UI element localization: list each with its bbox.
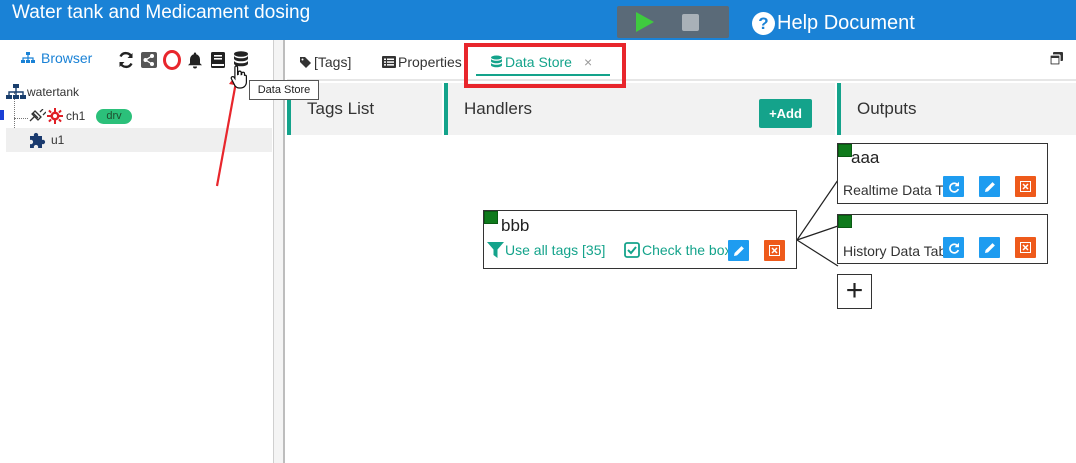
refresh-icon: [948, 242, 959, 254]
refresh-icon[interactable]: [115, 49, 137, 71]
refresh-output-button[interactable]: [943, 176, 964, 197]
tree-item-label: ch1: [66, 109, 86, 123]
app-title: Water tank and Medicament dosing: [12, 2, 311, 23]
panel-splitter[interactable]: [273, 40, 285, 463]
edit-handler-button[interactable]: [728, 240, 749, 261]
close-box-icon: [1020, 242, 1031, 253]
status-indicator: [838, 144, 852, 157]
app-header: Water tank and Medicament dosing ? Help …: [0, 0, 1076, 40]
tag-filter-link[interactable]: Use all tags [35]: [487, 242, 605, 258]
add-handler-button[interactable]: +Add: [759, 99, 812, 128]
output-node-history[interactable]: History Data Table: [837, 214, 1048, 264]
hierarchy-icon: [6, 84, 26, 99]
driver-badge: drv: [96, 108, 132, 124]
list-icon: [382, 56, 396, 68]
browser-label: Browser: [41, 50, 93, 66]
status-indicator: [484, 211, 498, 224]
annotation-highlight-box: [464, 43, 626, 88]
browser-tab[interactable]: Browser: [21, 50, 92, 66]
selection-marker: [0, 110, 4, 120]
tree-item-label: watertank: [27, 85, 80, 99]
help-icon: ?: [752, 11, 775, 35]
handler-node[interactable]: bbb Use all tags [35] Check the box: [483, 210, 797, 269]
outputs-title: Outputs: [857, 99, 917, 118]
output-node-realtime[interactable]: aaa Realtime Data Table: [837, 143, 1048, 204]
pencil-icon: [984, 242, 995, 253]
pencil-icon: [984, 181, 995, 192]
edit-output-button[interactable]: [979, 237, 1000, 258]
data-store-tooltip: Data Store: [249, 80, 319, 100]
puzzle-icon: [30, 132, 46, 148]
tree-connector: [14, 118, 28, 119]
refresh-output-button[interactable]: [943, 237, 964, 258]
checkbox-icon: [624, 242, 640, 258]
gear-icon: [47, 108, 63, 124]
sitemap-icon: [21, 52, 35, 63]
tab-label: [Tags]: [314, 54, 352, 70]
close-box-icon: [769, 245, 780, 256]
tree-item-label: u1: [51, 133, 65, 147]
close-box-icon: [1020, 181, 1031, 192]
share-icon[interactable]: [138, 49, 160, 71]
tags-list-title: Tags List: [307, 99, 375, 118]
help-document-link[interactable]: ? Help Document: [752, 10, 915, 36]
restore-window-icon[interactable]: [1049, 51, 1064, 66]
output-type-label: History Data Table: [843, 243, 951, 259]
check-box-link[interactable]: Check the box: [624, 242, 728, 258]
delete-output-button[interactable]: [1015, 176, 1036, 197]
pencil-icon: [733, 245, 744, 256]
hand-cursor-icon: [230, 65, 247, 89]
output-type-label: Realtime Data Table: [843, 182, 951, 198]
handler-name: bbb: [501, 216, 530, 235]
output-name: aaa: [851, 148, 880, 167]
tag-icon: [300, 56, 311, 68]
editor-tabbar: [Tags] Properties Data Store ×: [287, 40, 1076, 81]
refresh-icon: [948, 181, 959, 193]
run-controls: [617, 6, 729, 38]
tab-properties[interactable]: Properties: [382, 52, 462, 72]
tab-label: Properties: [398, 54, 462, 70]
filter-icon: [487, 242, 504, 258]
opera-ring-icon[interactable]: [161, 49, 183, 71]
handlers-title: Handlers: [464, 99, 533, 118]
tag-filter-label: Use all tags [35]: [505, 242, 606, 258]
plug-icon: [29, 109, 46, 122]
delete-handler-button[interactable]: [764, 240, 785, 261]
delete-output-button[interactable]: [1015, 237, 1036, 258]
help-document-label: Help Document: [777, 11, 915, 34]
edit-output-button[interactable]: [979, 176, 1000, 197]
bell-icon[interactable]: [184, 49, 206, 71]
check-box-label: Check the box: [642, 242, 728, 258]
add-output-button[interactable]: +: [837, 274, 872, 309]
stop-icon[interactable]: [682, 14, 699, 31]
status-indicator: [838, 215, 852, 228]
tab-tags[interactable]: [Tags]: [299, 52, 351, 72]
outputs-header: Outputs: [837, 83, 1076, 135]
play-icon[interactable]: [636, 12, 654, 32]
